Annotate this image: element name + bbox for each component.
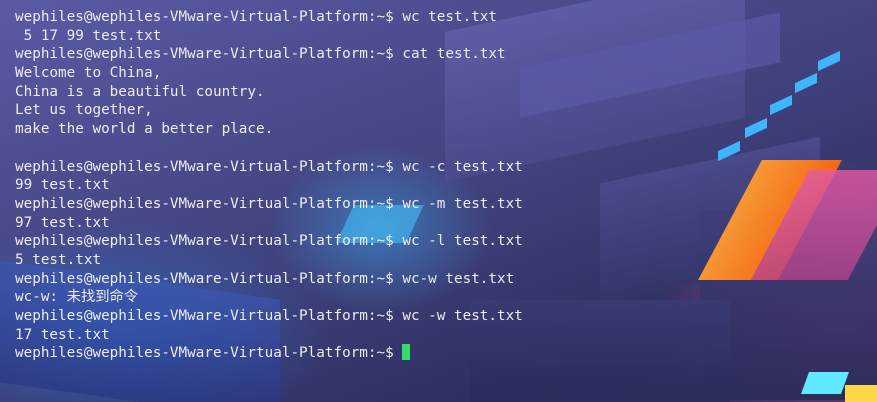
text-cursor xyxy=(402,344,411,361)
shell-prompt: wephiles@wephiles-VMware-Virtual-Platfor… xyxy=(15,9,394,25)
terminal-output-line: make the world a better place. xyxy=(15,121,274,138)
terminal-command-line: wephiles@wephiles-VMware-Virtual-Platfor… xyxy=(15,270,877,289)
command-text: cat test.txt xyxy=(402,46,506,63)
terminal-command-line: wephiles@wephiles-VMware-Virtual-Platfor… xyxy=(15,232,877,251)
command-text: wc-w test.txt xyxy=(402,270,515,287)
terminal-command-line: wephiles@wephiles-VMware-Virtual-Platfor… xyxy=(15,195,877,214)
shell-prompt: wephiles@wephiles-VMware-Virtual-Platfor… xyxy=(15,308,394,324)
terminal-output-line: 99 test.txt xyxy=(15,177,110,194)
terminal-command-line: wephiles@wephiles-VMware-Virtual-Platfor… xyxy=(15,158,877,177)
terminal-output[interactable]: wephiles@wephiles-VMware-Virtual-Platfor… xyxy=(15,8,877,402)
command-text: wc test.txt xyxy=(402,9,498,25)
shell-prompt: wephiles@wephiles-VMware-Virtual-Platfor… xyxy=(15,158,394,175)
terminal-command-line: wephiles@wephiles-VMware-Virtual-Platfor… xyxy=(15,307,877,326)
terminal-command-line: wephiles@wephiles-VMware-Virtual-Platfor… xyxy=(15,8,877,27)
terminal-output-line: 97 test.txt xyxy=(15,214,110,231)
shell-prompt: wephiles@wephiles-VMware-Virtual-Platfor… xyxy=(15,46,394,63)
terminal-output-line: Let us together, xyxy=(15,102,153,119)
terminal-command-line: wephiles@wephiles-VMware-Virtual-Platfor… xyxy=(15,45,877,64)
terminal-output-line: Welcome to China, xyxy=(15,65,162,82)
terminal-output-line: wc-w: 未找到命令 xyxy=(15,289,139,306)
shell-prompt: wephiles@wephiles-VMware-Virtual-Platfor… xyxy=(15,233,394,250)
shell-prompt: wephiles@wephiles-VMware-Virtual-Platfor… xyxy=(15,345,394,362)
command-text: wc -l test.txt xyxy=(402,233,523,250)
terminal-output-line: 5 test.txt xyxy=(15,251,102,268)
terminal-output-line: 5 17 99 test.txt xyxy=(15,27,162,44)
terminal-prompt-line: wephiles@wephiles-VMware-Virtual-Platfor… xyxy=(15,344,877,363)
command-text: wc -c test.txt xyxy=(402,158,523,175)
command-text: wc -w test.txt xyxy=(402,308,523,324)
shell-prompt: wephiles@wephiles-VMware-Virtual-Platfor… xyxy=(15,195,394,212)
terminal-output-line: 17 test.txt xyxy=(15,326,110,343)
terminal-output-line: China is a beautiful country. xyxy=(15,83,265,100)
shell-prompt: wephiles@wephiles-VMware-Virtual-Platfor… xyxy=(15,270,394,287)
command-text: wc -m test.txt xyxy=(402,195,523,212)
